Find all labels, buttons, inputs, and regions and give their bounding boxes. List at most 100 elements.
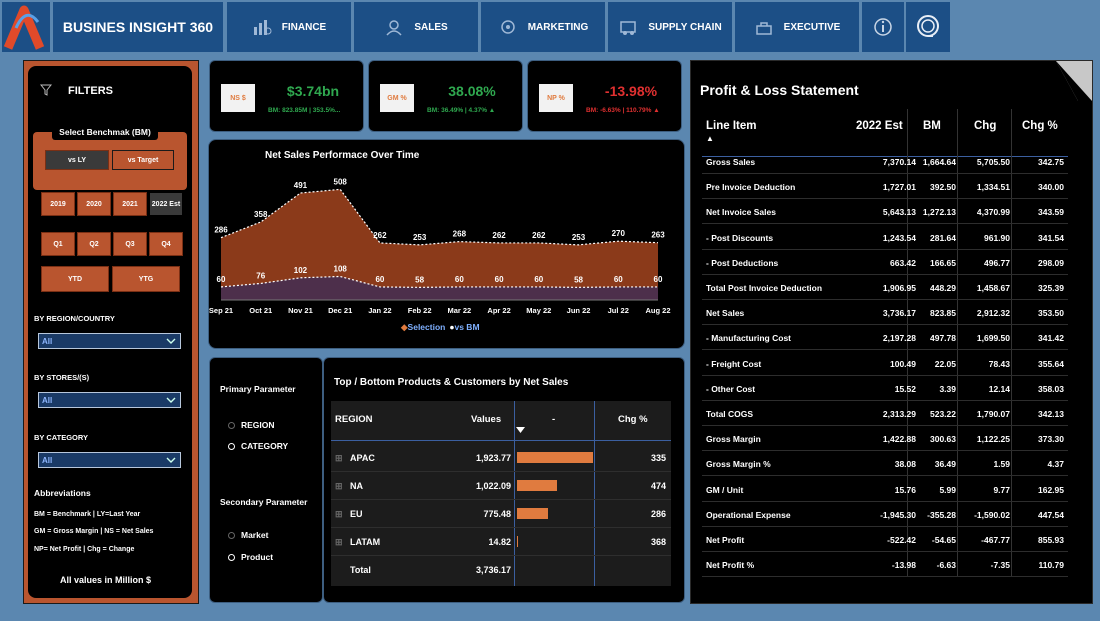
data-label: 60 [375, 275, 384, 284]
data-label: 60 [534, 275, 543, 284]
pl-row[interactable]: Net Profit -522.42 -54.65 -467.77 855.93 [702, 527, 1068, 552]
pl-row[interactable]: GM / Unit 15.76 5.99 9.77 162.95 [702, 477, 1068, 502]
kpi-value: -13.98% [604, 83, 658, 99]
pl-row[interactable]: Net Profit % -13.98 -6.63 -7.35 110.79 [702, 552, 1068, 578]
stores-select[interactable]: All [38, 392, 181, 408]
table-row[interactable]: ⊞ NA 1,022.09 474 [331, 472, 671, 500]
quarter-q1-button[interactable]: Q1 [41, 232, 75, 256]
pl-row[interactable]: - Manufacturing Cost 2,197.28 497.78 1,699.… [702, 325, 1068, 351]
category-select[interactable]: All [38, 452, 181, 468]
pl-value: -1,590.02 [974, 509, 1010, 520]
quarter-q4-button[interactable]: Q4 [149, 232, 183, 256]
year-2019-button[interactable]: 2019 [41, 192, 75, 216]
data-label: 262 [532, 231, 546, 240]
sort-desc-icon[interactable] [516, 427, 525, 433]
pl-row[interactable]: Total COGS 2,313.29 523.22 1,790.07 342.13 [702, 401, 1068, 426]
filter-panel: FILTERS Select Benchmak (BM) vs LY vs Ta… [28, 66, 192, 598]
pl-row[interactable]: - Post Deductions 663.42 166.65 496.77 298.0… [702, 250, 1068, 275]
radio-unselected[interactable] [228, 442, 235, 450]
bm-vs-target-button[interactable]: vs Target [112, 150, 174, 170]
pl-header-line-item[interactable]: Line Item [706, 120, 756, 132]
pl-row[interactable]: - Post Discounts 1,243.54 281.64 961.90 341.… [702, 225, 1068, 250]
pl-line-item: - Manufacturing Cost [706, 333, 791, 344]
pl-title: Profit & Loss Statement [700, 82, 859, 98]
x-tick-label: Aug 22 [645, 306, 670, 315]
data-label: 60 [217, 275, 226, 284]
row-bar [517, 452, 593, 463]
pl-row[interactable]: Net Invoice Sales 5,643.13 1,272.13 4,370.9… [702, 199, 1068, 225]
row-value: 14.82 [488, 537, 511, 547]
pl-header-chg-pct[interactable]: Chg % [1022, 120, 1058, 132]
data-label: 108 [334, 264, 348, 273]
expand-icon[interactable]: ⊞ [335, 481, 343, 492]
expand-icon[interactable]: ⊞ [335, 509, 343, 520]
ytg-button[interactable]: YTG [112, 266, 180, 292]
secondary-option-product[interactable]: Product [228, 552, 273, 562]
header-bar[interactable]: - [552, 414, 555, 425]
pl-row[interactable]: Total Post Invoice Deduction 1,906.95 448.… [702, 275, 1068, 300]
quarter-q2-button[interactable]: Q2 [77, 232, 111, 256]
sort-asc-icon[interactable]: ▲ [706, 134, 714, 143]
pl-row[interactable]: Gross Margin % 38.08 36.49 1.59 4.37 [702, 451, 1068, 477]
table-row[interactable]: ⊞ APAC 1,923.77 335 [331, 444, 671, 472]
tab-sales[interactable]: SALES [354, 2, 478, 52]
tab-supply-chain[interactable]: SUPPLY CHAIN [608, 2, 732, 52]
pl-row[interactable]: Gross Margin 1,422.88 300.63 1,122.25 373.30 [702, 426, 1068, 452]
pl-value: 1,122.25 [976, 434, 1010, 445]
tab-label: FINANCE [281, 21, 327, 33]
quarter-q3-button[interactable]: Q3 [113, 232, 147, 256]
pl-value: 1,458.67 [976, 283, 1010, 293]
pl-header-chg[interactable]: Chg [974, 120, 996, 132]
year-2021-button[interactable]: 2021 [113, 192, 147, 216]
year-2022-est-button[interactable]: 2022 Est [149, 192, 183, 216]
bm-vs-ly-button[interactable]: vs LY [45, 150, 109, 170]
header-values[interactable]: Values [471, 414, 501, 425]
legend-label-selection[interactable]: Selection [408, 322, 446, 332]
pl-value: -467.77 [981, 535, 1010, 545]
top-nav: BUSINES INSIGHT 360 FINANCE SALES MARKET… [0, 0, 1100, 54]
tab-executive[interactable]: EXECUTIVE [735, 2, 859, 52]
primary-option-category[interactable]: CATEGORY [228, 441, 288, 451]
pl-row[interactable]: Gross Sales 7,370.14 1,664.64 5,705.50 342.7… [702, 149, 1068, 174]
tab-marketing[interactable]: MARKETING [481, 2, 605, 52]
region-select[interactable]: All [38, 333, 181, 349]
chevron-down-icon [166, 338, 176, 344]
support-button[interactable] [906, 2, 950, 52]
pl-value: 298.09 [1038, 257, 1064, 268]
pl-row[interactable]: Pre Invoice Deduction 1,727.01 392.50 1,334… [702, 174, 1068, 200]
pl-value: 22.05 [934, 358, 956, 369]
pl-row[interactable]: - Freight Cost 100.49 22.05 78.43 355.64 [702, 351, 1068, 376]
pl-header-2022-est[interactable]: 2022 Est [856, 120, 903, 132]
row-chg: 286 [650, 509, 666, 519]
pl-value: 353.50 [1038, 308, 1064, 319]
data-label: 60 [455, 275, 464, 284]
year-2020-button[interactable]: 2020 [77, 192, 111, 216]
secondary-option-market[interactable]: Market [228, 530, 268, 540]
app-logo[interactable] [2, 2, 50, 52]
primary-option-region[interactable]: REGION [228, 420, 275, 430]
pl-value: 341.42 [1038, 333, 1064, 344]
tab-finance[interactable]: FINANCE [227, 2, 351, 52]
pl-row[interactable]: Net Sales 3,736.17 823.85 2,912.32 353.50 [702, 300, 1068, 326]
expand-icon[interactable]: ⊞ [335, 537, 343, 548]
table-row[interactable]: ⊞ LATAM 14.82 368 [331, 528, 671, 556]
pl-row[interactable]: Operational Expense -1,945.30 -355.28 -1,59… [702, 502, 1068, 527]
pl-row[interactable]: - Other Cost 15.52 3.39 12.14 358.03 [702, 376, 1068, 401]
expand-icon[interactable]: ⊞ [335, 453, 343, 464]
header-region[interactable]: REGION [335, 414, 372, 425]
row-name: NA [350, 481, 363, 491]
tab-label: EXECUTIVE [783, 21, 841, 33]
radio-selected[interactable] [228, 421, 235, 429]
pl-line-item: Net Invoice Sales [706, 207, 776, 218]
radio-selected[interactable] [228, 531, 235, 539]
pl-value: 343.59 [1038, 207, 1064, 218]
table-row[interactable]: ⊞ EU 775.48 286 [331, 500, 671, 528]
ytd-button[interactable]: YTD [41, 266, 109, 292]
pl-header-bm[interactable]: BM [923, 120, 941, 132]
legend-label-bm[interactable]: vs BM [454, 322, 479, 332]
data-label: 58 [415, 275, 424, 284]
radio-unselected[interactable] [228, 553, 235, 561]
header-chg[interactable]: Chg % [618, 414, 648, 425]
pl-value: 110.79 [1038, 560, 1064, 571]
help-button[interactable] [862, 2, 904, 52]
